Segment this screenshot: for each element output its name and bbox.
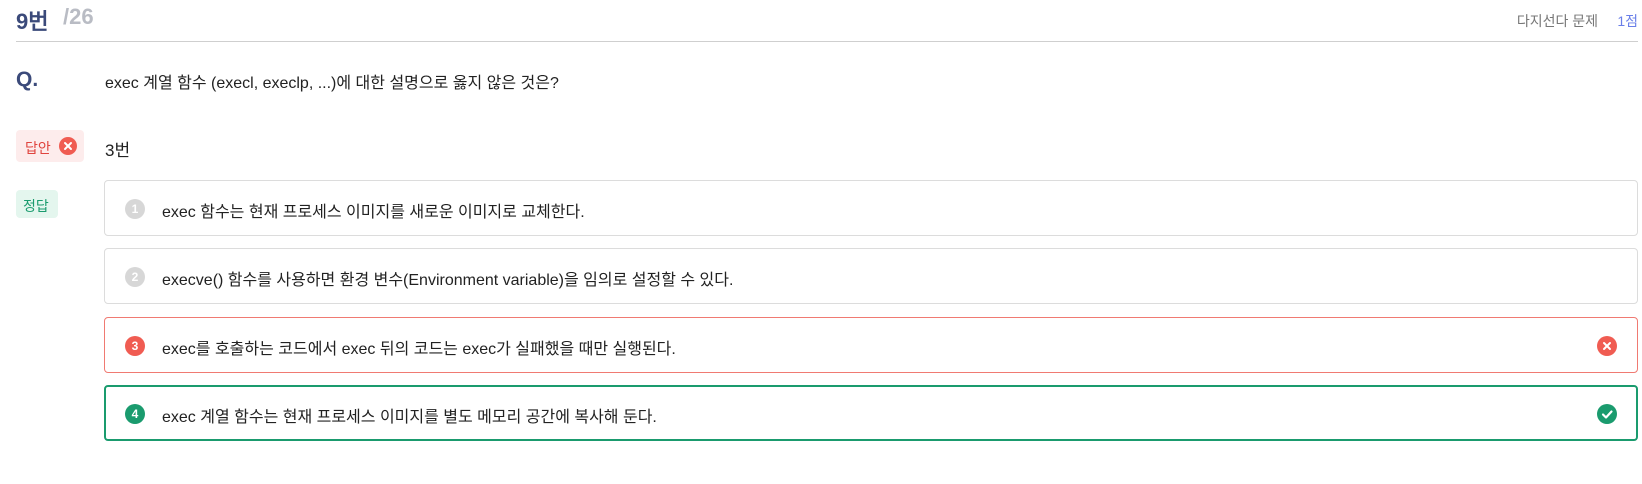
correct-answer-badge: 정답 [16,190,58,218]
question-text: exec 계열 함수 (execl, execlp, ...)에 대한 설명으로… [105,75,559,92]
option-3[interactable]: 3 exec를 호출하는 코드에서 exec 뒤의 코드는 exec가 실패했을… [104,317,1638,373]
option-text: execve() 함수를 사용하면 환경 변수(Environment vari… [162,272,734,289]
question-label: Q. [16,68,39,91]
x-circle-icon [1597,336,1617,356]
option-number: 1 [125,199,145,219]
quiz-result-page: 9번 /26 다지선다 문제 1점 Q. exec 계열 함수 (execl, … [0,0,1642,484]
my-answer-badge: 답안 [16,130,84,162]
question-type: 다지선다 문제 [1516,13,1598,29]
option-number: 2 [125,267,145,287]
question-total: /26 [63,4,94,29]
my-answer-value: 3번 [105,141,131,160]
question-score: 1점 [1617,13,1638,29]
option-1[interactable]: 1 exec 함수는 현재 프로세스 이미지를 새로운 이미지로 교체한다. [104,180,1638,236]
option-number: 4 [125,404,145,424]
my-answer-label: 답안 [25,140,51,156]
option-text: exec를 호출하는 코드에서 exec 뒤의 코드는 exec가 실패했을 때… [162,341,676,358]
question-header: 9번 /26 다지선다 문제 1점 [16,0,1638,42]
option-text: exec 계열 함수는 현재 프로세스 이미지를 별도 메모리 공간에 복사해 … [162,409,657,426]
option-4[interactable]: 4 exec 계열 함수는 현재 프로세스 이미지를 별도 메모리 공간에 복사… [104,385,1638,441]
check-circle-icon [1597,404,1617,424]
option-text: exec 함수는 현재 프로세스 이미지를 새로운 이미지로 교체한다. [162,204,585,221]
x-circle-icon [59,137,77,155]
option-number: 3 [125,336,145,356]
option-2[interactable]: 2 execve() 함수를 사용하면 환경 변수(Environment va… [104,248,1638,304]
question-number: 9번 [16,9,49,34]
correct-answer-label: 정답 [23,198,49,214]
